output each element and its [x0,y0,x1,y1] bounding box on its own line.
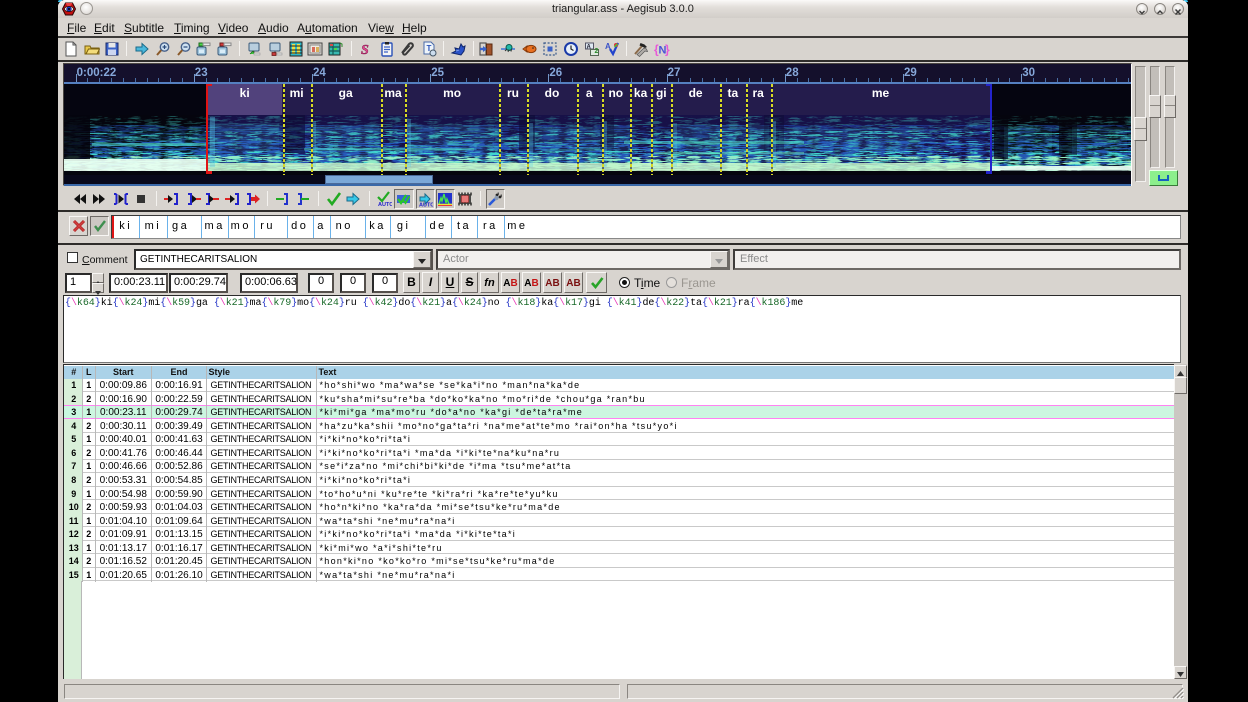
svg-text:AUTO: AUTO [419,203,433,208]
svg-text:S: S [361,43,369,57]
svg-text:}: } [665,43,670,57]
svg-text:2: 2 [595,48,599,55]
svg-text:AUTO: AUTO [378,202,392,207]
